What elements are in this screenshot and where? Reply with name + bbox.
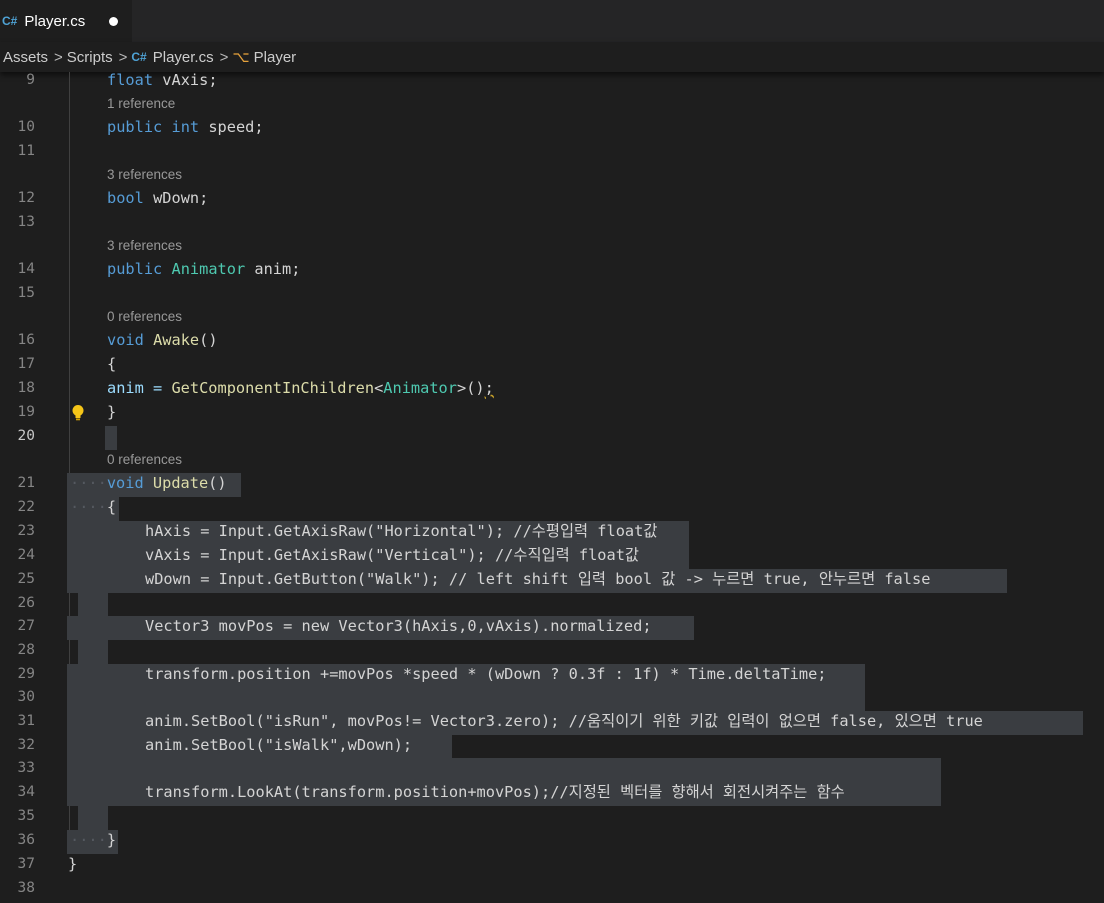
line-number: 22 bbox=[17, 499, 35, 515]
csharp-file-icon: C# bbox=[131, 50, 147, 64]
code-line[interactable]: 34 transform.LookAt(transform.position+m… bbox=[0, 780, 1104, 804]
chevron-right-icon: > bbox=[118, 48, 128, 66]
line-number: 29 bbox=[17, 666, 35, 682]
breadcrumb-item-scripts[interactable]: Scripts bbox=[67, 49, 113, 66]
code-line[interactable]: 29 transform.position +=movPos *speed * … bbox=[0, 662, 1104, 686]
code-line[interactable]: 19 } bbox=[0, 400, 1104, 424]
code-line[interactable]: 14 public Animator anim; bbox=[0, 257, 1104, 281]
line-number: 15 bbox=[17, 285, 35, 301]
lightbulb-icon[interactable] bbox=[71, 404, 85, 422]
line-number: 38 bbox=[17, 880, 35, 896]
code-line[interactable]: 23 hAxis = Input.GetAxisRaw("Horizontal"… bbox=[0, 519, 1104, 543]
code-line[interactable]: 35 bbox=[0, 804, 1104, 828]
unsaved-dot-icon[interactable] bbox=[109, 16, 119, 26]
chevron-right-icon: > bbox=[54, 48, 63, 66]
code-line[interactable]: 22 ····{ bbox=[0, 495, 1104, 519]
code-line[interactable]: 37 } bbox=[0, 852, 1104, 876]
code-lens[interactable]: 3 references bbox=[0, 236, 1104, 256]
line-number: 23 bbox=[17, 523, 35, 539]
code-line[interactable]: 26 bbox=[0, 591, 1104, 615]
code-line[interactable]: 15 bbox=[0, 281, 1104, 305]
code-lens[interactable]: 0 references bbox=[0, 450, 1104, 470]
line-number: 11 bbox=[17, 143, 35, 159]
code-line[interactable]: 30 bbox=[0, 685, 1104, 709]
csharp-file-icon: C# bbox=[2, 14, 18, 28]
line-number: 17 bbox=[17, 356, 35, 372]
code-editor[interactable]: 9 float vAxis; 1 reference 10 public int… bbox=[0, 71, 1104, 903]
code-lens[interactable]: 3 references bbox=[0, 165, 1104, 185]
code-line[interactable]: 36 ····} bbox=[0, 828, 1104, 852]
tab-label: Player.cs bbox=[24, 12, 86, 30]
line-number: 10 bbox=[17, 119, 35, 135]
code-line[interactable]: 10 public int speed; bbox=[0, 115, 1104, 139]
line-number: 30 bbox=[17, 689, 35, 705]
line-number: 13 bbox=[17, 214, 35, 230]
line-number: 25 bbox=[17, 571, 35, 587]
reference-count[interactable]: 0 references bbox=[107, 450, 182, 470]
line-number: 20 bbox=[17, 428, 35, 444]
code-lens[interactable]: 0 references bbox=[0, 307, 1104, 327]
editor-tab-bar: C# Player.cs bbox=[0, 0, 1104, 42]
code-line[interactable]: 13 bbox=[0, 210, 1104, 234]
line-number: 24 bbox=[17, 547, 35, 563]
code-line[interactable]: 27 Vector3 movPos = new Vector3(hAxis,0,… bbox=[0, 614, 1104, 638]
reference-count[interactable]: 1 reference bbox=[107, 94, 175, 114]
line-number: 33 bbox=[17, 760, 35, 776]
line-number: 18 bbox=[17, 380, 35, 396]
line-number: 32 bbox=[17, 737, 35, 753]
breadcrumb-item-assets[interactable]: Assets bbox=[3, 49, 48, 66]
code-line[interactable]: 20 bbox=[0, 424, 1104, 448]
code-line[interactable]: 38 bbox=[0, 876, 1104, 900]
line-number: 16 bbox=[17, 332, 35, 348]
line-number: 37 bbox=[17, 856, 35, 872]
code-line[interactable]: 33 bbox=[0, 756, 1104, 780]
reference-count[interactable]: 3 references bbox=[107, 236, 182, 256]
line-number: 19 bbox=[17, 404, 35, 420]
line-number: 21 bbox=[17, 475, 35, 491]
code-line[interactable]: 18 anim = GetComponentInChildren<Animato… bbox=[0, 376, 1104, 400]
code-line[interactable]: 17 { bbox=[0, 352, 1104, 376]
line-number: 28 bbox=[17, 642, 35, 658]
line-number: 34 bbox=[17, 784, 35, 800]
breadcrumb-item-file[interactable]: Player.cs bbox=[153, 49, 214, 66]
line-number: 12 bbox=[17, 190, 35, 206]
reference-count[interactable]: 0 references bbox=[107, 307, 182, 327]
code-line[interactable]: 31 anim.SetBool("isRun", movPos!= Vector… bbox=[0, 709, 1104, 733]
code-line[interactable]: 21 ····void Update() bbox=[0, 471, 1104, 495]
class-symbol-icon: ⌥ bbox=[232, 49, 250, 66]
line-number: 26 bbox=[17, 595, 35, 611]
code-line[interactable]: 24 vAxis = Input.GetAxisRaw("Vertical");… bbox=[0, 543, 1104, 567]
code-line[interactable]: 16 void Awake() bbox=[0, 328, 1104, 352]
line-number: 14 bbox=[17, 261, 35, 277]
chevron-right-icon: > bbox=[219, 48, 229, 66]
line-number: 27 bbox=[17, 618, 35, 634]
reference-count[interactable]: 3 references bbox=[107, 165, 182, 185]
line-number: 35 bbox=[17, 808, 35, 824]
code-line[interactable]: 12 bool wDown; bbox=[0, 186, 1104, 210]
code-line[interactable]: 25 wDown = Input.GetButton("Walk"); // l… bbox=[0, 567, 1104, 591]
code-line[interactable]: 9 float vAxis; bbox=[0, 68, 1104, 92]
line-number: 36 bbox=[17, 832, 35, 848]
breadcrumb-item-class[interactable]: Player bbox=[254, 49, 297, 66]
line-number: 9 bbox=[26, 72, 35, 88]
code-line[interactable]: 32 anim.SetBool("isWalk",wDown); bbox=[0, 733, 1104, 757]
code-line[interactable]: 11 bbox=[0, 139, 1104, 163]
line-number: 31 bbox=[17, 713, 35, 729]
code-lens[interactable]: 1 reference bbox=[0, 94, 1104, 114]
tab-player-cs[interactable]: C# Player.cs bbox=[0, 0, 132, 42]
code-line[interactable]: 28 bbox=[0, 638, 1104, 662]
